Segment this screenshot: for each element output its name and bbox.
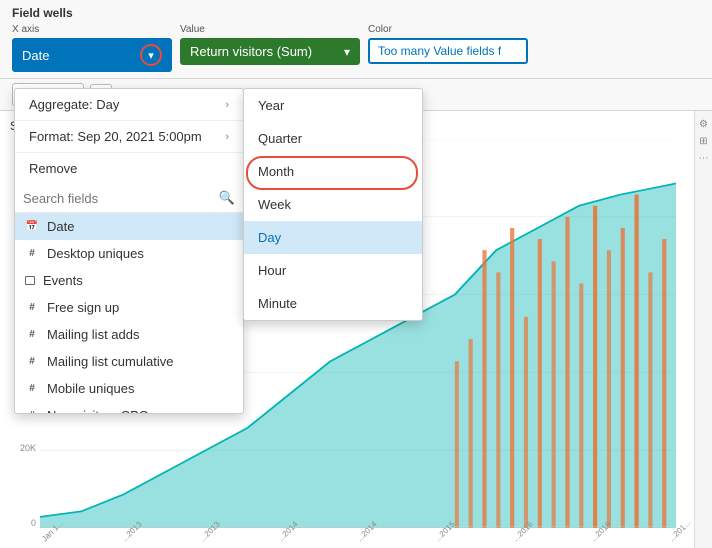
field-wells-row: X axis Date ▾ Value Return visitors (Sum… — [12, 24, 700, 72]
field-label-desktop-uniques: Desktop uniques — [47, 246, 144, 261]
field-label-date: Date — [47, 219, 74, 234]
hash-icon-4: # — [25, 355, 39, 369]
remove-label: Remove — [29, 161, 77, 176]
field-item-new-visitors-cpc[interactable]: # New visitors CPC — [15, 402, 243, 413]
agg-label-day: Day — [258, 230, 281, 245]
hash-icon-6: # — [25, 409, 39, 414]
value-field-value: Return visitors (Sum) — [190, 44, 338, 59]
agg-item-day[interactable]: Day — [244, 221, 422, 254]
x-axis-well: X axis Date ▾ — [12, 24, 172, 72]
hash-icon-3: # — [25, 328, 39, 342]
agg-item-week[interactable]: Week — [244, 188, 422, 221]
agg-label-minute: Minute — [258, 296, 297, 311]
x-axis-box[interactable]: Date ▾ — [12, 38, 172, 72]
aggregate-arrow-icon: › — [225, 99, 229, 111]
color-well: Color Too many Value fields f — [368, 24, 528, 64]
value-well: Value Return visitors (Sum) ▾ — [180, 24, 360, 65]
field-wells-label: Field wells — [12, 6, 700, 20]
format-label: Format: Sep 20, 2021 5:00pm — [29, 129, 202, 144]
aggregate-label: Aggregate: Day — [29, 97, 119, 112]
value-title: Value — [180, 24, 360, 35]
chevron-down-icon: ▾ — [148, 49, 154, 62]
field-label-events: Events — [43, 273, 83, 288]
y-label-0: 0 — [31, 518, 36, 528]
more-icon[interactable]: ⋯ — [699, 153, 709, 164]
agg-item-hour[interactable]: Hour — [244, 254, 422, 287]
field-dropdown: Aggregate: Day › Format: Sep 20, 2021 5:… — [14, 88, 244, 414]
format-arrow-icon: › — [225, 131, 229, 143]
hash-icon-1: # — [25, 247, 39, 261]
field-item-date[interactable]: 📅 Date — [15, 213, 243, 240]
agg-label-quarter: Quarter — [258, 131, 302, 146]
calendar-icon: 📅 — [25, 220, 39, 234]
color-box[interactable]: Too many Value fields f — [368, 38, 528, 64]
rect-icon — [25, 276, 35, 285]
aggregate-dropdown: Year Quarter Month Week Day Hour Minute — [243, 88, 423, 321]
field-label-mobile-uniques: Mobile uniques — [47, 381, 134, 396]
search-box-row: 🔍 — [15, 184, 243, 213]
hash-icon-2: # — [25, 301, 39, 315]
agg-label-week: Week — [258, 197, 291, 212]
field-label-free-signup: Free sign up — [47, 300, 119, 315]
right-panel: ⚙ ⊞ ⋯ — [694, 111, 712, 548]
field-item-mailing-cumulative[interactable]: # Mailing list cumulative — [15, 348, 243, 375]
agg-item-month[interactable]: Month — [244, 155, 422, 188]
value-box[interactable]: Return visitors (Sum) ▾ — [180, 38, 360, 65]
search-icon: 🔍 — [219, 190, 235, 206]
color-field-text: Too many Value fields f — [378, 44, 501, 58]
color-title: Color — [368, 24, 528, 35]
aggregate-item[interactable]: Aggregate: Day › — [15, 89, 243, 121]
x-axis-chevron-circle[interactable]: ▾ — [140, 44, 162, 66]
remove-item[interactable]: Remove — [15, 153, 243, 184]
gear-icon[interactable]: ⚙ — [699, 119, 708, 130]
agg-item-quarter[interactable]: Quarter — [244, 122, 422, 155]
agg-item-year[interactable]: Year — [244, 89, 422, 122]
x-axis-title: X axis — [12, 24, 172, 35]
agg-label-month: Month — [258, 164, 294, 179]
field-label-mailing-cumulative: Mailing list cumulative — [47, 354, 173, 369]
field-item-desktop-uniques[interactable]: # Desktop uniques — [15, 240, 243, 267]
field-list: 📅 Date # Desktop uniques Events # Free s… — [15, 213, 243, 413]
x-axis-value: Date — [22, 48, 136, 63]
field-label-mailing-adds: Mailing list adds — [47, 327, 140, 342]
agg-label-year: Year — [258, 98, 284, 113]
field-item-mailing-adds[interactable]: # Mailing list adds — [15, 321, 243, 348]
field-wells-bar: Field wells X axis Date ▾ Value Return v… — [0, 0, 712, 79]
search-input[interactable] — [23, 191, 213, 206]
agg-label-hour: Hour — [258, 263, 286, 278]
hash-icon-5: # — [25, 382, 39, 396]
field-item-mobile-uniques[interactable]: # Mobile uniques — [15, 375, 243, 402]
x-axis-labels: Jan 1... ...2013 ...2013 ...2014 ...2014… — [40, 537, 694, 546]
field-item-free-signup[interactable]: # Free sign up — [15, 294, 243, 321]
y-label-20k: 20K — [20, 443, 36, 453]
chart-icon[interactable]: ⊞ — [699, 136, 707, 147]
value-chevron-icon: ▾ — [344, 45, 350, 59]
field-item-events[interactable]: Events — [15, 267, 243, 294]
agg-item-minute[interactable]: Minute — [244, 287, 422, 320]
field-label-new-visitors-cpc: New visitors CPC — [47, 408, 148, 413]
format-item[interactable]: Format: Sep 20, 2021 5:00pm › — [15, 121, 243, 153]
